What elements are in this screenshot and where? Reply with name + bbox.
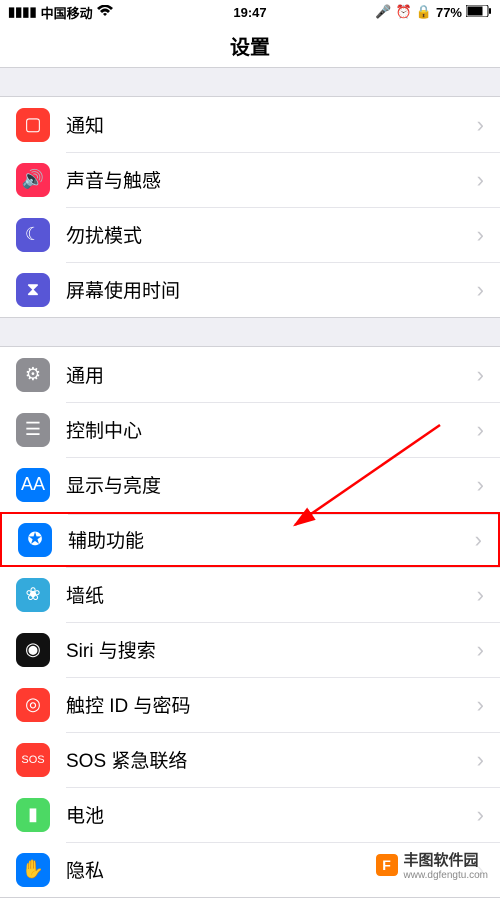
settings-row-display[interactable]: AA 显示与亮度›: [0, 457, 500, 512]
settings-row-touchid[interactable]: ◎ 触控 ID 与密码›: [0, 677, 500, 732]
settings-row-notifications[interactable]: ▢ 通知›: [0, 97, 500, 152]
chevron-right-icon: ›: [477, 747, 484, 773]
alarm-icon: ⏰: [396, 4, 412, 20]
settings-row-label: SOS 紧急联络: [66, 746, 477, 773]
notifications-icon: ▢: [16, 108, 50, 142]
watermark-brand: 丰图软件园: [404, 849, 489, 870]
flower-icon: ❀: [16, 578, 50, 612]
settings-row-label: 墙纸: [66, 581, 477, 608]
settings-row-label: 显示与亮度: [66, 471, 477, 498]
settings-row-accessibility[interactable]: ✪ 辅助功能›: [0, 512, 500, 567]
settings-row-sos[interactable]: SOS SOS 紧急联络›: [0, 732, 500, 787]
hand-icon: ✋: [16, 853, 50, 887]
chevron-right-icon: ›: [477, 582, 484, 608]
settings-row-dnd[interactable]: ☾ 勿扰模式›: [0, 207, 500, 262]
watermark-url: www.dgfengtu.com: [404, 870, 489, 881]
clock: 19:47: [233, 5, 266, 20]
settings-row-control[interactable]: ☰ 控制中心›: [0, 402, 500, 457]
chevron-right-icon: ›: [477, 222, 484, 248]
settings-row-screentime[interactable]: ⧗ 屏幕使用时间›: [0, 262, 500, 317]
chevron-right-icon: ›: [477, 692, 484, 718]
watermark: F 丰图软件园 www.dgfengtu.com: [372, 847, 493, 883]
wifi-icon: [97, 5, 113, 20]
carrier-label: 中国移动: [41, 3, 93, 22]
switches-icon: ☰: [16, 413, 50, 447]
sound-icon: 🔊: [16, 163, 50, 197]
page-title: 设置: [0, 24, 500, 68]
lock-icon: 🔒: [416, 4, 432, 20]
battery-percent: 77%: [436, 5, 462, 20]
text-size-icon: AA: [16, 468, 50, 502]
chevron-right-icon: ›: [475, 527, 482, 553]
fingerprint-icon: ◎: [16, 688, 50, 722]
hourglass-icon: ⧗: [16, 273, 50, 307]
settings-row-wallpaper[interactable]: ❀ 墙纸›: [0, 567, 500, 622]
mic-icon: 🎤: [375, 4, 391, 20]
status-bar: ▮▮▮▮ 中国移动 19:47 🎤 ⏰ 🔒 77%: [0, 0, 500, 24]
accessibility-icon: ✪: [18, 523, 52, 557]
settings-row-siri[interactable]: ◉ Siri 与搜索›: [0, 622, 500, 677]
sos-icon: SOS: [16, 743, 50, 777]
moon-icon: ☾: [16, 218, 50, 252]
settings-row-label: 屏幕使用时间: [66, 276, 477, 303]
settings-row-sounds[interactable]: 🔊 声音与触感›: [0, 152, 500, 207]
signal-icon: ▮▮▮▮: [8, 4, 37, 20]
gear-icon: ⚙: [16, 358, 50, 392]
settings-row-label: 控制中心: [66, 416, 477, 443]
settings-row-label: Siri 与搜索: [66, 636, 477, 663]
settings-row-battery[interactable]: ▮ 电池›: [0, 787, 500, 842]
chevron-right-icon: ›: [477, 167, 484, 193]
settings-group-2: ⚙通用›☰控制中心›AA显示与亮度›✪辅助功能›❀墙纸›◉Siri 与搜索›◎触…: [0, 346, 500, 898]
settings-row-label: 声音与触感: [66, 166, 477, 193]
chevron-right-icon: ›: [477, 417, 484, 443]
settings-row-label: 触控 ID 与密码: [66, 691, 477, 718]
settings-row-label: 勿扰模式: [66, 221, 477, 248]
watermark-logo: F: [376, 854, 398, 876]
chevron-right-icon: ›: [477, 112, 484, 138]
settings-row-label: 电池: [66, 801, 477, 828]
chevron-right-icon: ›: [477, 802, 484, 828]
settings-group-1: ▢通知›🔊声音与触感›☾勿扰模式›⧗屏幕使用时间›: [0, 96, 500, 318]
chevron-right-icon: ›: [477, 637, 484, 663]
battery-icon: ▮: [16, 798, 50, 832]
settings-row-label: 通知: [66, 111, 477, 138]
chevron-right-icon: ›: [477, 362, 484, 388]
settings-row-label: 通用: [66, 361, 477, 388]
battery-icon: [466, 5, 492, 20]
settings-row-label: 辅助功能: [68, 526, 475, 553]
chevron-right-icon: ›: [477, 277, 484, 303]
settings-row-general[interactable]: ⚙ 通用›: [0, 347, 500, 402]
siri-icon: ◉: [16, 633, 50, 667]
chevron-right-icon: ›: [477, 472, 484, 498]
